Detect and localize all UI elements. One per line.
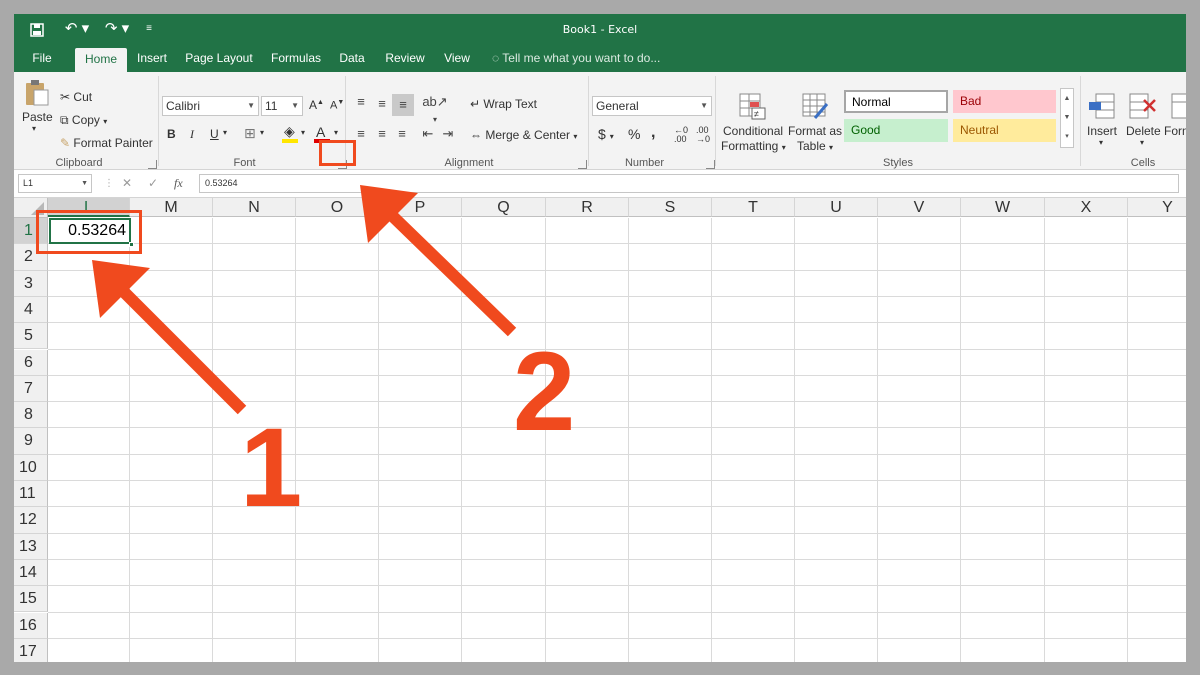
arrow-1: [92, 260, 247, 415]
annotation-arrows: [92, 185, 517, 415]
arrow-2: [360, 185, 517, 337]
annotation-label-1: 1: [240, 405, 303, 530]
annotation-label-2: 2: [513, 329, 576, 454]
